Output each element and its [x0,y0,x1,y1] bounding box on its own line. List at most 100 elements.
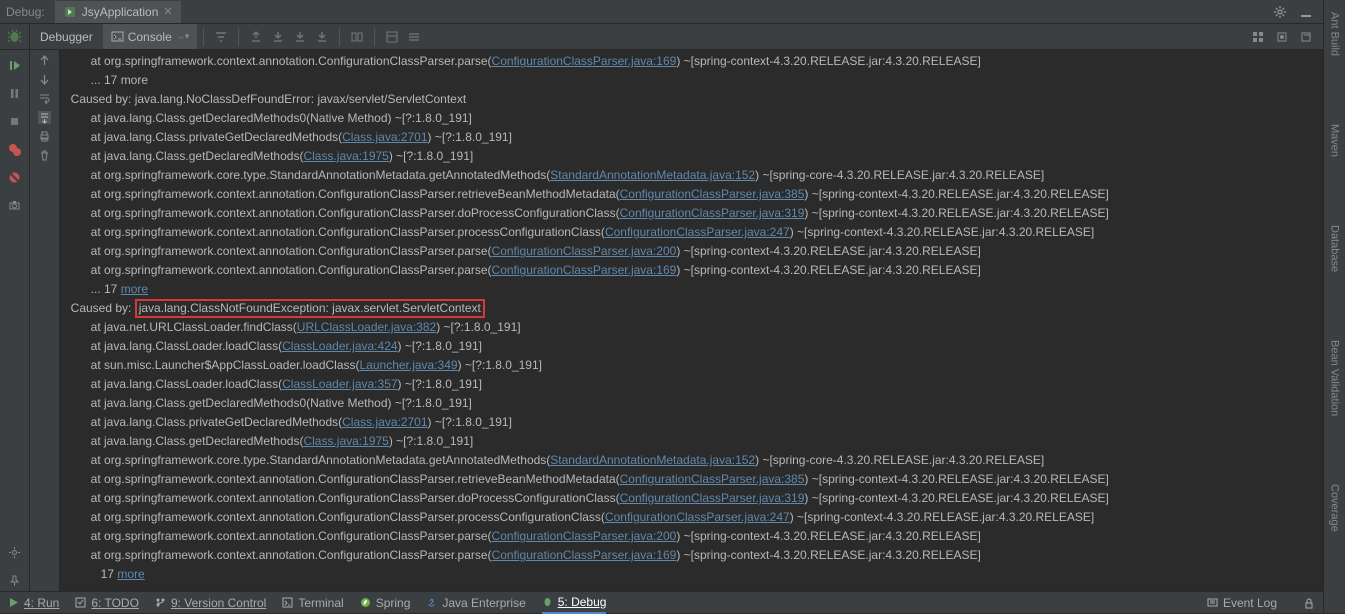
console-gutter-toolbar [30,50,60,591]
application-icon [63,5,77,19]
java-ee-tab[interactable]: Java Enterprise [426,596,525,610]
console-line: at java.lang.Class.getDeclaredMethods0(N… [64,394,1319,413]
console-line: at org.springframework.core.type.Standar… [64,166,1319,185]
console-line: at org.springframework.context.annotatio… [64,546,1319,565]
console-line: at java.lang.Class.getDeclaredMethods(Cl… [64,432,1319,451]
console-line: at org.springframework.context.annotatio… [64,508,1319,527]
stacktrace-link[interactable]: ConfigurationClassParser.java:200 [492,529,677,543]
todo-tab[interactable]: 6: TODO [75,596,139,610]
terminal-tab[interactable]: Terminal [282,596,343,610]
stacktrace-link[interactable]: more [121,282,148,296]
frames-icon[interactable] [381,26,403,48]
spring-tab[interactable]: Spring [360,596,411,610]
download-2-icon[interactable] [289,26,311,48]
debugger-toolbar: Debugger Console →▾ [0,24,1323,50]
stacktrace-link[interactable]: ConfigurationClassParser.java:247 [605,510,790,524]
console-line: Caused by: java.lang.NoClassDefFoundErro… [64,90,1319,109]
console-line: ... 17 more [64,280,1319,299]
stacktrace-link[interactable]: StandardAnnotationMetadata.java:152 [550,453,755,467]
stacktrace-link[interactable]: Class.java:2701 [342,130,427,144]
debug-tab[interactable]: 5: Debug [542,592,607,614]
branch-icon [155,597,166,608]
stacktrace-link[interactable]: StandardAnnotationMetadata.java:152 [550,168,755,182]
gear-icon[interactable] [1273,5,1287,19]
stacktrace-link[interactable]: ClassLoader.java:357 [282,377,397,391]
stacktrace-link[interactable]: ClassLoader.java:424 [282,339,397,353]
run-config-tab[interactable]: JsyApplication ✕ [55,1,181,23]
settings-icon[interactable] [4,541,26,563]
up-icon[interactable] [38,54,51,67]
debugger-tab[interactable]: Debugger [30,24,103,49]
bug-icon[interactable] [7,29,22,44]
right-sidebar: Ant Build Maven Database Bean Validation… [1323,0,1345,613]
stacktrace-link[interactable]: Class.java:2701 [342,415,427,429]
stacktrace-link[interactable]: ConfigurationClassParser.java:169 [492,548,677,562]
down-icon[interactable] [38,73,51,86]
database-tab[interactable]: Database [1327,221,1343,276]
wrap-icon[interactable] [38,92,51,105]
layout-icon[interactable] [346,26,368,48]
console-line: at org.springframework.context.annotatio… [64,204,1319,223]
console-line: at org.springframework.context.annotatio… [64,242,1319,261]
debug-top-bar: Debug: JsyApplication ✕ [0,0,1323,24]
mute-bp-icon[interactable] [4,166,26,188]
play-icon [8,597,19,608]
threads-icon[interactable] [403,26,425,48]
stacktrace-link[interactable]: Launcher.java:349 [360,358,458,372]
close-icon[interactable]: ✕ [163,5,172,18]
stacktrace-link[interactable]: ConfigurationClassParser.java:385 [620,187,805,201]
trash-icon[interactable] [38,149,51,162]
pause-icon[interactable] [4,82,26,104]
tab-label: JsyApplication [82,5,159,19]
pin-icon[interactable] [4,569,26,591]
stacktrace-link[interactable]: URLClassLoader.java:382 [297,320,436,334]
console-line: at java.lang.Class.privateGetDeclaredMet… [64,128,1319,147]
stop-icon[interactable] [4,110,26,132]
maven-tab[interactable]: Maven [1327,120,1343,161]
javaee-icon [426,597,437,608]
console-output[interactable]: at org.springframework.context.annotatio… [60,50,1323,591]
ant-tab[interactable]: Ant Build [1327,8,1343,60]
terminal-icon [282,597,293,608]
stacktrace-link[interactable]: Class.java:1975 [303,149,388,163]
download-icon[interactable] [267,26,289,48]
lock-icon[interactable] [1303,597,1315,609]
scroll-end-icon[interactable] [38,111,51,124]
download-3-icon[interactable] [311,26,333,48]
filter-icon[interactable] [210,26,232,48]
console-line: at java.lang.Class.getDeclaredMethods0(N… [64,109,1319,128]
export-icon[interactable] [245,26,267,48]
dropdown-icon[interactable]: →▾ [176,31,190,42]
console-tab[interactable]: Console →▾ [103,24,198,49]
stacktrace-link[interactable]: ConfigurationClassParser.java:247 [605,225,790,239]
stacktrace-link[interactable]: ConfigurationClassParser.java:200 [492,244,677,258]
bean-validation-tab[interactable]: Bean Validation [1327,336,1343,420]
restore-icon[interactable] [1299,30,1313,44]
stacktrace-link[interactable]: more [117,567,144,581]
stacktrace-link[interactable]: Class.java:1975 [303,434,388,448]
stacktrace-link[interactable]: ConfigurationClassParser.java:319 [620,206,805,220]
console-line: at org.springframework.context.annotatio… [64,185,1319,204]
console-line: at java.lang.ClassLoader.loadClass(Class… [64,337,1319,356]
event-log-tab[interactable]: Event Log [1207,596,1277,610]
console-line: at org.springframework.context.annotatio… [64,470,1319,489]
stacktrace-link[interactable]: ConfigurationClassParser.java:385 [620,472,805,486]
minimize-icon[interactable] [1299,5,1313,19]
debug-label: Debug: [6,5,45,19]
settings-2-icon[interactable] [1275,30,1289,44]
stacktrace-link[interactable]: ConfigurationClassParser.java:169 [492,263,677,277]
camera-icon[interactable] [4,194,26,216]
print-icon[interactable] [38,130,51,143]
console-line: at org.springframework.context.annotatio… [64,52,1319,71]
run-tab[interactable]: 4: Run [8,596,59,610]
coverage-tab[interactable]: Coverage [1327,480,1343,536]
stacktrace-link[interactable]: ConfigurationClassParser.java:319 [620,491,805,505]
todo-icon [75,597,86,608]
breakpoint-icon[interactable] [4,138,26,160]
status-bar: 4: Run 6: TODO 9: Version Control Termin… [0,591,1323,613]
grid-icon[interactable] [1251,30,1265,44]
stacktrace-link[interactable]: ConfigurationClassParser.java:169 [492,54,677,68]
resume-icon[interactable] [4,54,26,76]
debug-icon [542,596,553,607]
vcs-tab[interactable]: 9: Version Control [155,596,266,610]
